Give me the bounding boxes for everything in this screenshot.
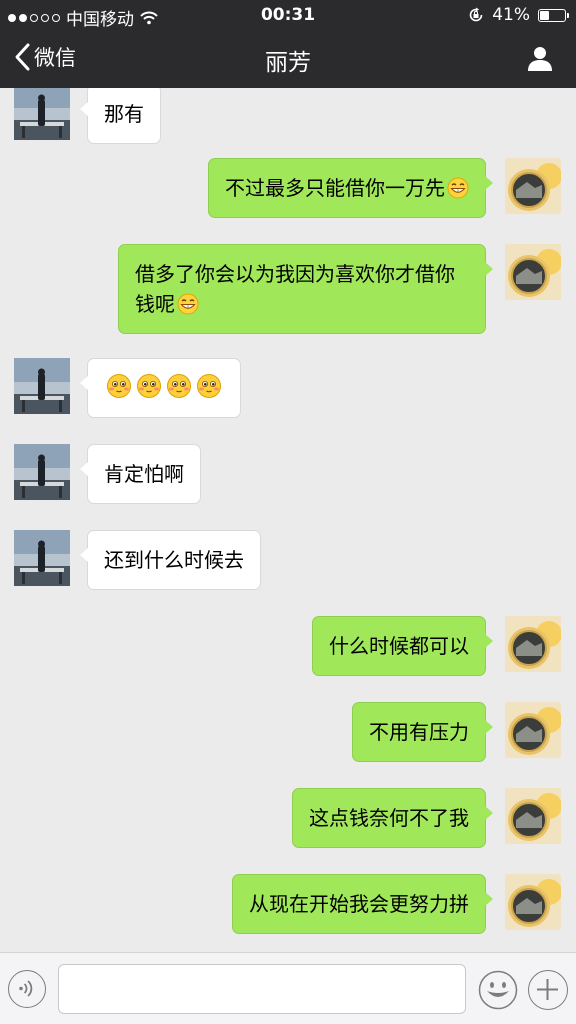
- shy-emoji-icon: [197, 374, 221, 398]
- my-avatar[interactable]: [505, 158, 561, 214]
- message-text: 不用有压力: [369, 720, 469, 744]
- message-text: 这点钱奈何不了我: [309, 806, 469, 830]
- message-bubble[interactable]: 还到什么时候去: [80, 530, 261, 590]
- profile-button[interactable]: [526, 44, 554, 76]
- message-row: 借多了你会以为我因为喜欢你才借你钱呢: [0, 244, 576, 334]
- my-avatar[interactable]: [505, 788, 561, 844]
- avatar-photo: [505, 158, 561, 214]
- my-avatar[interactable]: [505, 702, 561, 758]
- voice-icon: [19, 980, 33, 997]
- person-icon: [528, 47, 552, 71]
- message-bubble[interactable]: 什么时候都可以: [312, 616, 493, 676]
- chat-title: 丽芳: [265, 50, 311, 76]
- message-row: [0, 358, 576, 418]
- avatar-photo: [14, 88, 70, 140]
- chat-area[interactable]: 那有不过最多只能借你一万先借多了你会以为我因为喜欢你才借你钱呢肯定怕啊还到什么时…: [0, 88, 576, 952]
- message-bubble[interactable]: 不过最多只能借你一万先: [208, 158, 493, 218]
- message-row: 什么时候都可以: [0, 616, 576, 676]
- message-bubble[interactable]: 借多了你会以为我因为喜欢你才借你钱呢: [118, 244, 493, 334]
- avatar-photo: [14, 444, 70, 500]
- message-bubble[interactable]: 这点钱奈何不了我: [292, 788, 493, 848]
- message-bubble[interactable]: 从现在开始我会更努力拼: [232, 874, 493, 934]
- orientation-lock-icon: [469, 7, 483, 22]
- contact-avatar[interactable]: [14, 530, 70, 586]
- message-row: 这点钱奈何不了我: [0, 788, 576, 848]
- contact-avatar[interactable]: [14, 358, 70, 414]
- avatar-photo: [505, 702, 561, 758]
- message-row: 肯定怕啊: [0, 444, 576, 504]
- more-button[interactable]: [528, 970, 568, 1010]
- my-avatar[interactable]: [505, 244, 561, 300]
- status-bar: 中国移动 00:31 41%: [0, 0, 576, 30]
- avatar-photo: [14, 358, 70, 414]
- my-avatar[interactable]: [505, 874, 561, 930]
- contact-avatar[interactable]: [14, 444, 70, 500]
- avatar-photo: [505, 244, 561, 300]
- shy-emoji-icon: [167, 374, 191, 398]
- my-avatar[interactable]: [505, 616, 561, 672]
- nav-bar: 微信 丽芳: [0, 30, 576, 88]
- input-bar: [0, 952, 576, 1024]
- status-right: 41%: [468, 5, 569, 25]
- grin-emoji-icon: [447, 177, 469, 199]
- avatar-photo: [505, 788, 561, 844]
- shy-emoji-icon: [137, 374, 161, 398]
- message-text: 还到什么时候去: [104, 548, 244, 572]
- message-text: 什么时候都可以: [329, 634, 469, 658]
- message-text: 那有: [104, 102, 144, 126]
- message-text: 不过最多只能借你一万先: [225, 176, 445, 200]
- battery-icon: [538, 8, 569, 22]
- grin-emoji-icon: [177, 293, 199, 315]
- message-row: 从现在开始我会更努力拼: [0, 874, 576, 934]
- plus-icon: [537, 979, 558, 1000]
- message-row: 不用有压力: [0, 702, 576, 762]
- message-bubble[interactable]: 肯定怕啊: [80, 444, 201, 504]
- message-row: 还到什么时候去: [0, 530, 576, 590]
- battery-percent: 41%: [492, 5, 530, 25]
- shy-emoji-icon: [107, 374, 131, 398]
- voice-button[interactable]: [8, 970, 46, 1008]
- message-bubble[interactable]: 不用有压力: [352, 702, 493, 762]
- emoji-icon: [478, 970, 518, 1010]
- message-text: 肯定怕啊: [104, 462, 184, 486]
- avatar-photo: [14, 530, 70, 586]
- contact-avatar[interactable]: [14, 88, 70, 140]
- message-bubble[interactable]: 那有: [80, 88, 161, 144]
- message-row: 那有: [0, 88, 576, 144]
- message-input[interactable]: [58, 964, 466, 1014]
- message-bubble[interactable]: [80, 358, 241, 418]
- avatar-photo: [505, 874, 561, 930]
- emoji-button[interactable]: [478, 970, 518, 1010]
- avatar-photo: [505, 616, 561, 672]
- message-text: 从现在开始我会更努力拼: [249, 892, 469, 916]
- message-row: 不过最多只能借你一万先: [0, 158, 576, 218]
